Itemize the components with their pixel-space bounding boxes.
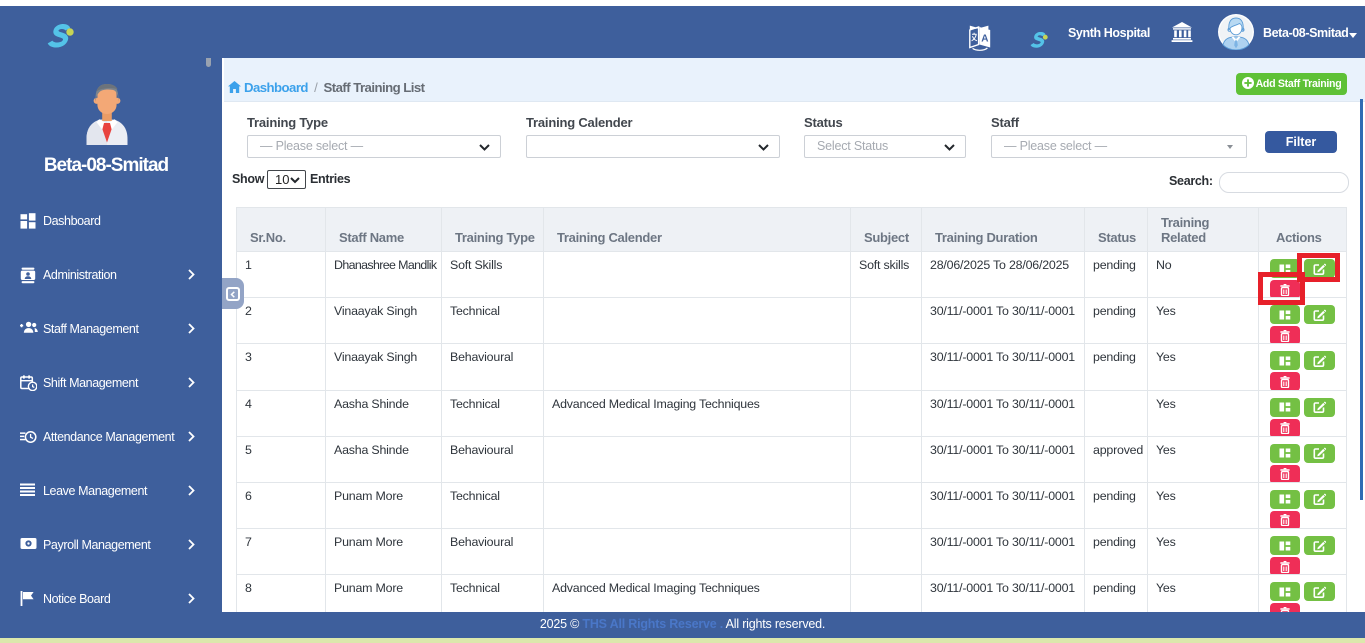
svg-text:A: A: [981, 34, 988, 45]
